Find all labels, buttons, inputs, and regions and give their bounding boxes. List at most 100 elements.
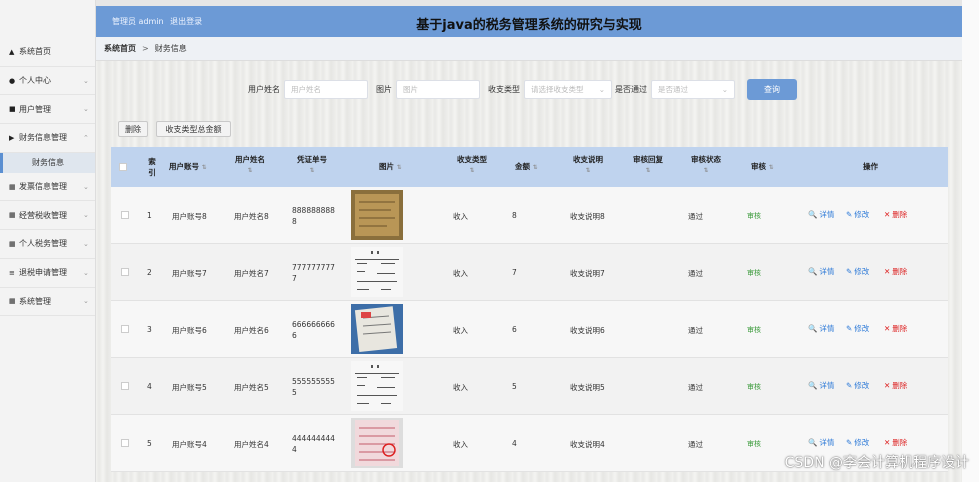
sidebar-item[interactable]: ■ 用户管理 ⌄ — [0, 95, 95, 125]
type-select-placeholder: 请选择收支类型 — [531, 85, 584, 94]
sort-icon: ⇅ — [645, 167, 651, 174]
row-checkbox[interactable] — [121, 211, 129, 219]
delete-row-button[interactable]: ✕ 删除 — [884, 266, 907, 277]
row-audit-link[interactable]: 审核 — [747, 211, 761, 221]
row-voucher-line1: 555555555 — [292, 377, 335, 386]
close-icon: ✕ — [884, 438, 891, 447]
row-image[interactable] — [351, 247, 403, 297]
edit-label: 修改 — [854, 267, 870, 276]
grid-icon: ▦ — [9, 297, 16, 306]
row-audit-link[interactable]: 审核 — [747, 268, 761, 278]
edit-button[interactable]: ✎ 修改 — [846, 380, 869, 391]
row-checkbox[interactable] — [121, 382, 129, 390]
chevron-icon: ⌄ — [83, 239, 89, 248]
delete-row-button[interactable]: ✕ 删除 — [884, 209, 907, 220]
chat-icon: ■ — [9, 105, 16, 114]
table-row[interactable]: 1 用户账号8 用户姓名8 888888888 8 收入 8 收支说明8 通过 审… — [111, 187, 948, 244]
detail-button[interactable]: 🔍 详情 — [808, 266, 834, 277]
row-username: 用户姓名5 — [234, 383, 269, 392]
header-username[interactable]: 用户姓名 ⇅ — [235, 154, 265, 176]
row-username: 用户姓名7 — [234, 269, 269, 278]
detail-button[interactable]: 🔍 详情 — [808, 437, 834, 448]
breadcrumb-home[interactable]: 系统首页 — [104, 43, 136, 54]
sort-icon: ⇅ — [201, 164, 207, 171]
row-voucher: 555555555 5 — [292, 376, 335, 398]
detail-button[interactable]: 🔍 详情 — [808, 209, 834, 220]
home-icon: ▲ — [9, 47, 15, 56]
header-status[interactable]: 审核状态 ⇅ — [691, 154, 721, 176]
header-type[interactable]: 收支类型 ⇅ — [457, 154, 487, 176]
row-account: 用户账号6 — [172, 326, 207, 335]
sort-icon: ⇅ — [396, 164, 402, 171]
close-icon: ✕ — [884, 381, 891, 390]
table-row[interactable]: 3 用户账号6 用户姓名6 666666666 6 收入 6 收支说明6 通过 审… — [111, 301, 948, 358]
pencil-icon: ✎ — [846, 438, 853, 447]
row-checkbox[interactable] — [121, 268, 129, 276]
image-label: 图片 — [376, 85, 392, 94]
header-amount[interactable]: 金额 ⇅ — [515, 161, 538, 173]
edit-label: 修改 — [854, 381, 870, 390]
header-image[interactable]: 图片 ⇅ — [379, 161, 402, 173]
query-button[interactable]: 查询 — [747, 79, 797, 100]
detail-button[interactable]: 🔍 详情 — [808, 323, 834, 334]
edit-button[interactable]: ✎ 修改 — [846, 266, 869, 277]
delete-row-button[interactable]: ✕ 删除 — [884, 380, 907, 391]
sidebar-subitem-finance[interactable]: 财务信息 — [0, 152, 95, 173]
sidebar-item[interactable]: ▦ 系统管理 ⌄ — [0, 288, 95, 317]
delete-row-button[interactable]: ✕ 删除 — [884, 437, 907, 448]
delete-button[interactable]: 删除 — [118, 121, 148, 137]
row-image[interactable] — [351, 361, 403, 411]
row-audit-link[interactable]: 审核 — [747, 439, 761, 449]
user-icon: ● — [9, 76, 16, 85]
row-audit-link[interactable]: 审核 — [747, 382, 761, 392]
header-desc[interactable]: 收支说明 ⇅ — [573, 154, 603, 176]
sidebar-item[interactable]: ▶ 财务信息管理 ⌃ — [0, 124, 95, 153]
row-checkbox[interactable] — [121, 439, 129, 447]
edit-button[interactable]: ✎ 修改 — [846, 209, 869, 220]
header-voucher[interactable]: 凭证单号 ⇅ — [297, 154, 327, 176]
row-amount: 7 — [512, 268, 517, 277]
sidebar-item[interactable]: ▦ 经营税收管理 ⌄ — [0, 201, 95, 231]
sidebar-item-label: 经营税收管理 — [19, 210, 67, 220]
row-image[interactable] — [351, 190, 403, 240]
table-row[interactable]: 4 用户账号5 用户姓名5 555555555 5 收入 5 收支说明5 通过 审… — [111, 358, 948, 415]
header-index[interactable]: 索引 — [145, 156, 159, 178]
audit-select[interactable]: 是否通过 ⌄ — [651, 80, 735, 99]
row-status: 通过 — [688, 269, 703, 278]
row-image[interactable] — [351, 418, 403, 468]
row-type: 收入 — [453, 383, 468, 392]
row-amount: 6 — [512, 325, 517, 334]
page-title: 基于java的税务管理系统的研究与实现 — [416, 18, 642, 33]
header-reply[interactable]: 审核回复 ⇅ — [633, 154, 663, 176]
sidebar-item[interactable]: ▦ 个人税务管理 ⌄ — [0, 230, 95, 259]
sidebar-item[interactable]: ≡ 退税申请管理 ⌄ — [0, 259, 95, 288]
header-account[interactable]: 用户账号 ⇅ — [169, 161, 207, 173]
edit-button[interactable]: ✎ 修改 — [846, 323, 869, 334]
close-icon: ✕ — [884, 267, 891, 276]
detail-button[interactable]: 🔍 详情 — [808, 380, 834, 391]
row-account: 用户账号4 — [172, 440, 207, 449]
delete-row-button[interactable]: ✕ 删除 — [884, 323, 907, 334]
select-all-checkbox[interactable] — [119, 163, 127, 171]
row-voucher: 777777777 7 — [292, 262, 335, 284]
image-input[interactable]: 图片 — [396, 80, 480, 99]
sidebar-item[interactable]: ▦ 发票信息管理 ⌄ — [0, 173, 95, 202]
username-input[interactable]: 用户姓名 — [284, 80, 368, 99]
row-image[interactable] — [351, 304, 403, 354]
sort-icon: ⇅ — [247, 167, 253, 174]
total-amount-button[interactable]: 收支类型总金额 — [156, 121, 231, 137]
header-audit[interactable]: 审核 ⇅ — [751, 161, 774, 173]
type-label: 收支类型 — [488, 85, 520, 94]
detail-label: 详情 — [819, 381, 835, 390]
edit-button[interactable]: ✎ 修改 — [846, 437, 869, 448]
sidebar-item[interactable]: ▲ 系统首页 — [0, 38, 95, 67]
row-audit-link[interactable]: 审核 — [747, 325, 761, 335]
type-select[interactable]: 请选择收支类型 ⌄ — [524, 80, 612, 99]
sidebar-item[interactable]: ● 个人中心 ⌄ — [0, 67, 95, 96]
pencil-icon: ✎ — [846, 381, 853, 390]
table-row[interactable]: 2 用户账号7 用户姓名7 777777777 7 收入 7 收支说明7 通过 审… — [111, 244, 948, 301]
row-type: 收入 — [453, 212, 468, 221]
row-checkbox[interactable] — [121, 325, 129, 333]
breadcrumb-separator: > — [142, 44, 149, 53]
audit-select-placeholder: 是否通过 — [658, 85, 688, 94]
